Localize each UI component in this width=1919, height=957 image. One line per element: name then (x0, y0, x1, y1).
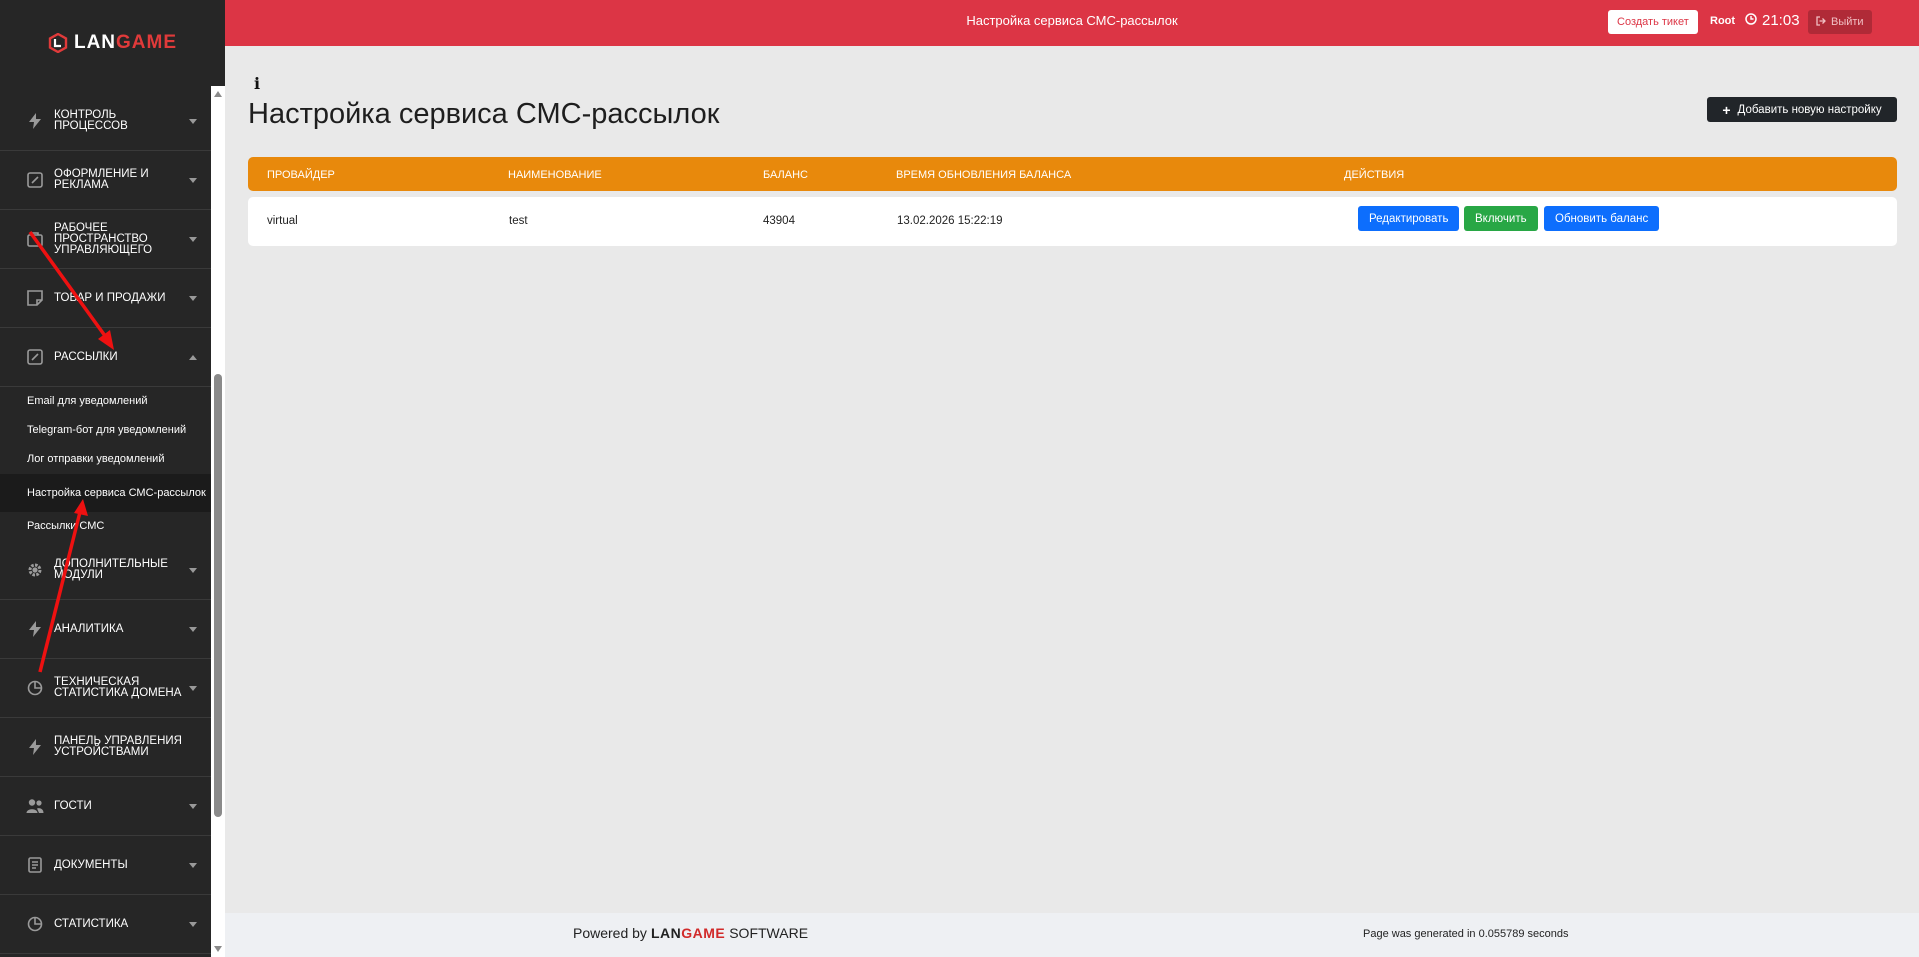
sidebar-scrollbar[interactable] (211, 86, 225, 957)
column-header-name[interactable]: Наименование (508, 169, 602, 181)
sidebar-item-label: Контроль процессов (54, 109, 128, 132)
enable-button[interactable]: Включить (1464, 206, 1538, 231)
sidebar-item-label: Рассылки (54, 350, 118, 363)
sidebar-item-label: Рабочее пространство управляющего (54, 221, 153, 256)
sidebar-item-manager-workspace[interactable]: Рабочее пространство управляющего (0, 210, 211, 269)
info-icon[interactable]: i (254, 74, 260, 93)
column-header-provider[interactable]: Провайдер (267, 169, 335, 181)
chevron-down-icon (189, 178, 197, 183)
sidebar-item-label: Товар и продажи (54, 291, 166, 304)
users-icon (25, 796, 45, 816)
sidebar-item-label: Дополнительные модули (54, 558, 168, 581)
footer-brand-suffix: SOFTWARE (729, 925, 809, 941)
sidebar: LANGAME Контроль процессов Оформление и … (0, 0, 225, 957)
cell-name: test (509, 215, 528, 227)
add-setting-button[interactable]: + Добавить новую настройку (1707, 97, 1897, 122)
logout-icon (1816, 15, 1826, 29)
column-header-balance[interactable]: Баланс (763, 169, 808, 181)
sticky-note-icon (25, 288, 45, 308)
add-setting-label: Добавить новую настройку (1737, 103, 1882, 116)
edit-square-icon (25, 170, 45, 190)
annotation-arrows (28, 230, 114, 673)
edit-square-icon (25, 347, 45, 367)
clock: 21:03 (1745, 12, 1800, 29)
chevron-down-icon (189, 568, 197, 573)
chevron-down-icon (189, 804, 197, 809)
refresh-balance-button[interactable]: Обновить баланс (1544, 206, 1660, 231)
sidebar-submenu-mailings: Email для уведомлений Telegram-бот для у… (0, 387, 211, 541)
cell-updated: 13.02.2026 15:22:19 (897, 215, 1003, 227)
sidebar-nav: Контроль процессов Оформление и реклама … (0, 92, 211, 954)
sidebar-item-statistics[interactable]: Статистика (0, 895, 211, 954)
top-bar: Настройка сервиса СМС-рассылок Создать т… (225, 0, 1919, 46)
bolt-icon (25, 737, 45, 757)
scroll-down-icon[interactable] (214, 946, 222, 952)
briefcase-icon (25, 229, 45, 249)
sidebar-item-label: Оформление и реклама (54, 168, 149, 191)
sidebar-item-guests[interactable]: Гости (0, 777, 211, 836)
sidebar-item-label: Аналитика (54, 622, 124, 635)
sidebar-item-label: Гости (54, 799, 92, 812)
create-ticket-button[interactable]: Создать тикет (1608, 10, 1698, 34)
sidebar-item-analytics[interactable]: Аналитика (0, 600, 211, 659)
page-title: Настройка сервиса СМС-рассылок (248, 98, 720, 130)
plus-icon: + (1722, 101, 1731, 118)
sidebar-item-domain-stats[interactable]: Техническая статистика домена (0, 659, 211, 718)
sidebar-item-extra-modules[interactable]: Дополнительные модули (0, 541, 211, 600)
sidebar-item-label: Техническая статистика домена (54, 676, 182, 699)
logout-button[interactable]: Выйти (1808, 10, 1872, 34)
user-name[interactable]: Root (1710, 15, 1735, 27)
chevron-down-icon (189, 922, 197, 927)
langame-logo-icon (48, 33, 68, 53)
chevron-down-icon (189, 119, 197, 124)
footer: Powered by LANGAME SOFTWARE Page was gen… (225, 913, 1919, 957)
scroll-up-icon[interactable] (214, 91, 222, 97)
powered-by-text: Powered by (573, 925, 647, 941)
sidebar-item-label: Панель управления устройствами (54, 735, 182, 758)
bolt-icon (25, 619, 45, 639)
chevron-up-icon (189, 355, 197, 360)
page-generated-time: Page was generated in 0.055789 seconds (1363, 928, 1569, 940)
sidebar-item-process-control[interactable]: Контроль процессов (0, 92, 211, 151)
sidebar-subitem-sms-settings[interactable]: Настройка сервиса СМС-рассылок (0, 474, 211, 512)
chevron-down-icon (189, 863, 197, 868)
sidebar-item-label: Документы (54, 858, 128, 871)
logout-label: Выйти (1831, 16, 1864, 28)
sidebar-subitem-log[interactable]: Лог отправки уведомлений (0, 445, 211, 474)
chevron-down-icon (189, 296, 197, 301)
column-header-actions: Действия (1344, 169, 1405, 181)
sidebar-subitem-email[interactable]: Email для уведомлений (0, 387, 211, 416)
document-icon (25, 855, 45, 875)
cell-balance: 43904 (763, 215, 795, 227)
clock-icon (1745, 12, 1757, 29)
clock-time: 21:03 (1762, 12, 1800, 29)
logo-text: LANGAME (73, 32, 178, 53)
edit-button[interactable]: Редактировать (1358, 206, 1460, 231)
sidebar-item-documents[interactable]: Документы (0, 836, 211, 895)
sidebar-item-label: Статистика (54, 917, 129, 930)
pie-chart-icon (25, 678, 45, 698)
logo[interactable]: LANGAME (0, 0, 225, 86)
pie-chart-icon (25, 914, 45, 934)
column-header-updated[interactable]: Время обновления баланса (896, 169, 1071, 181)
cell-provider: virtual (267, 215, 298, 227)
chevron-down-icon (189, 627, 197, 632)
scroll-thumb[interactable] (214, 374, 222, 817)
table-row: virtual test 43904 13.02.2026 15:22:19 Р… (248, 197, 1897, 246)
chevron-down-icon (189, 237, 197, 242)
sidebar-item-goods-sales[interactable]: Товар и продажи (0, 269, 211, 328)
sidebar-item-mailings[interactable]: Рассылки (0, 328, 211, 387)
footer-brand[interactable]: LANGAME (651, 925, 725, 941)
table-header: Провайдер Наименование Баланс Время обно… (248, 157, 1897, 191)
sidebar-item-device-panel[interactable]: Панель управления устройствами (0, 718, 211, 777)
sidebar-item-design-ads[interactable]: Оформление и реклама (0, 151, 211, 210)
gear-icon (25, 560, 45, 580)
sidebar-subitem-sms-mailings[interactable]: Рассылки СМС (0, 512, 211, 541)
sidebar-subitem-telegram[interactable]: Telegram-бот для уведомлений (0, 416, 211, 445)
powered-by: Powered by LANGAME SOFTWARE (573, 925, 808, 941)
chevron-down-icon (189, 686, 197, 691)
bolt-icon (25, 111, 45, 131)
